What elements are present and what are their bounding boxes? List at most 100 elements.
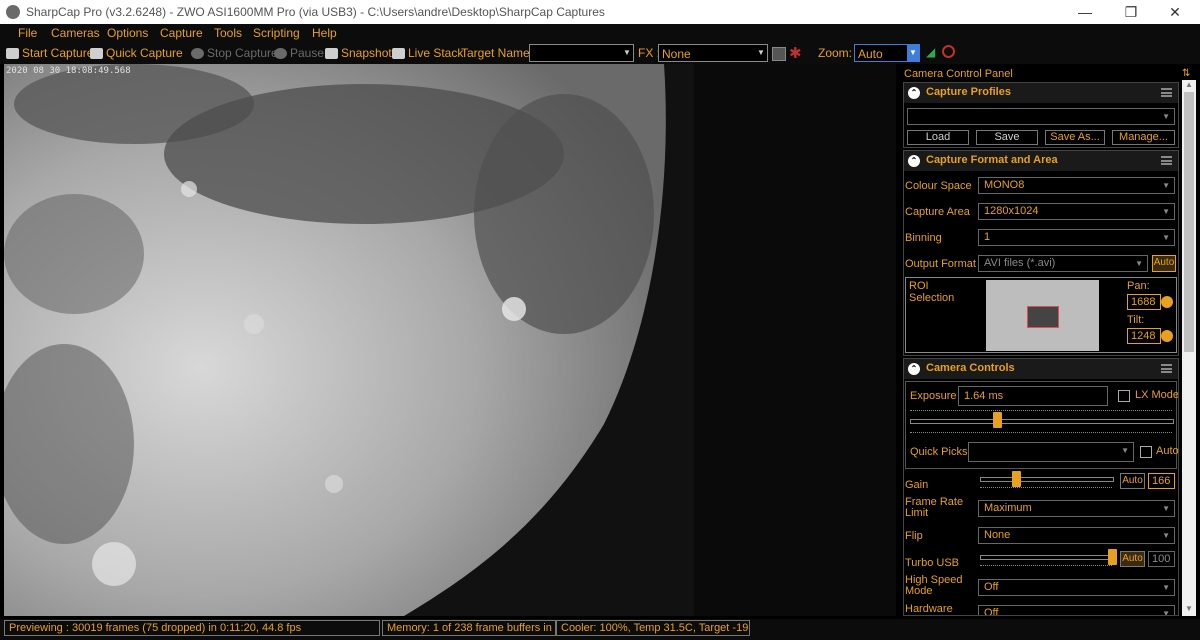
snapshot-label: Snapshot xyxy=(341,46,392,60)
menu-cameras[interactable]: Cameras xyxy=(51,26,100,40)
chevron-down-icon: ▼ xyxy=(1162,531,1170,540)
start-capture-label: Start Capture xyxy=(22,46,94,60)
manage-button[interactable]: Manage... xyxy=(1112,130,1175,145)
exposure-auto-checkbox[interactable] xyxy=(1140,446,1152,458)
menu-icon[interactable] xyxy=(1161,88,1172,97)
menu-capture[interactable]: Capture xyxy=(160,26,203,40)
histogram-icon[interactable]: ◢ xyxy=(926,45,935,59)
turbo-usb-label: Turbo USB xyxy=(905,557,960,569)
target-name-label: Target Name : xyxy=(461,46,537,60)
scrollbar-thumb[interactable] xyxy=(1184,92,1194,352)
reticle-icon[interactable]: ✱ xyxy=(789,44,802,62)
menu-icon[interactable] xyxy=(1161,156,1172,165)
panel-scrollbar[interactable]: ▲ ▼ xyxy=(1182,80,1196,616)
zoom-value: Auto xyxy=(858,47,883,61)
tilt-input[interactable]: 1248 xyxy=(1127,328,1161,344)
chevron-down-icon: ▼ xyxy=(755,45,767,61)
chevron-down-icon: ▼ xyxy=(1162,609,1170,616)
stop-capture-button[interactable]: Stop Capture xyxy=(191,46,278,60)
exposure-slider-thumb[interactable] xyxy=(993,412,1002,428)
menu-icon[interactable] xyxy=(1161,364,1172,373)
image-viewer[interactable]: 2020 08 30 18:08:49.568 xyxy=(4,64,896,616)
stop-capture-label: Stop Capture xyxy=(207,46,278,60)
tilt-spinner-icon[interactable] xyxy=(1161,330,1173,342)
exposure-label: Exposure xyxy=(910,390,957,402)
profile-select[interactable]: ▼ xyxy=(907,108,1175,125)
start-capture-button[interactable]: Start Capture xyxy=(6,46,93,60)
quick-capture-label: Quick Capture xyxy=(106,46,183,60)
pin-icon[interactable]: ⇅ xyxy=(1182,68,1190,79)
camera-controls-section: ⌃ Camera Controls Exposure 1.64 ms LX Mo… xyxy=(903,358,1179,616)
binning-select[interactable]: 1 ▼ xyxy=(978,229,1175,246)
quick-capture-button[interactable]: Quick Capture xyxy=(90,46,183,60)
cooler-status: Cooler: 100%, Temp 31.5C, Target -19.0C xyxy=(556,620,750,636)
menu-options[interactable]: Options xyxy=(107,26,148,40)
turbo-usb-slider-thumb[interactable] xyxy=(1108,549,1117,565)
close-button[interactable]: ✕ xyxy=(1152,0,1198,24)
snapshot-button[interactable]: Snapshot xyxy=(325,46,392,60)
pause-button[interactable]: Pause xyxy=(274,46,324,60)
capture-area-select[interactable]: 1280x1024 ▼ xyxy=(978,203,1175,220)
timer-icon[interactable] xyxy=(942,45,955,58)
gain-input[interactable]: 166 xyxy=(1148,473,1175,489)
quick-picks-label: Quick Picks xyxy=(910,446,968,458)
load-button[interactable]: Load xyxy=(907,130,969,145)
gain-auto-button[interactable]: Auto xyxy=(1120,473,1145,489)
roi-rectangle[interactable] xyxy=(1027,306,1059,328)
fx-select[interactable]: None ▼ xyxy=(658,44,768,62)
scroll-down-icon[interactable]: ▼ xyxy=(1185,604,1193,613)
flip-select[interactable]: None ▼ xyxy=(978,527,1175,544)
live-stack-button[interactable]: Live Stack xyxy=(392,46,463,60)
pan-spinner-icon[interactable] xyxy=(1161,296,1173,308)
turbo-usb-slider[interactable] xyxy=(980,555,1114,560)
save-button[interactable]: Save xyxy=(976,130,1038,145)
capture-profiles-header[interactable]: ⌃ Capture Profiles xyxy=(904,83,1178,103)
output-format-auto-button[interactable]: Auto xyxy=(1152,255,1176,272)
output-format-select[interactable]: AVI files (*.avi) ▼ xyxy=(978,255,1148,272)
menu-scripting[interactable]: Scripting xyxy=(253,26,300,40)
capture-profiles-section: ⌃ Capture Profiles ▼ Load Save Save As..… xyxy=(903,82,1179,148)
chevron-down-icon: ▼ xyxy=(1135,259,1143,268)
frame-rate-label: Frame Rate Limit xyxy=(905,496,964,519)
exposure-input[interactable]: 1.64 ms xyxy=(958,386,1108,406)
collapse-icon[interactable]: ⌃ xyxy=(908,87,920,99)
menu-file[interactable]: File xyxy=(18,26,37,40)
turbo-usb-input[interactable]: 100 xyxy=(1148,551,1175,567)
camera-controls-header[interactable]: ⌃ Camera Controls xyxy=(904,359,1178,379)
lx-mode-checkbox[interactable] xyxy=(1118,390,1130,402)
tilt-label: Tilt: xyxy=(1127,314,1145,326)
exposure-slider[interactable] xyxy=(910,419,1174,424)
menu-tools[interactable]: Tools xyxy=(214,26,242,40)
chevron-down-icon: ▼ xyxy=(907,45,919,61)
pan-input[interactable]: 1688 xyxy=(1127,294,1161,310)
collapse-icon[interactable]: ⌃ xyxy=(908,155,920,167)
gain-slider[interactable] xyxy=(980,477,1114,482)
scroll-up-icon[interactable]: ▲ xyxy=(1185,80,1193,89)
minimize-button[interactable]: — xyxy=(1062,0,1108,24)
turbo-usb-auto-button[interactable]: Auto xyxy=(1120,551,1145,567)
colour-space-select[interactable]: MONO8 ▼ xyxy=(978,177,1175,194)
capture-format-section: ⌃ Capture Format and Area Colour Space M… xyxy=(903,150,1179,356)
app-icon xyxy=(6,5,20,19)
colour-space-value: MONO8 xyxy=(984,179,1025,191)
frame-timestamp: 2020 08 30 18:08:49.568 xyxy=(6,66,131,76)
zoom-select[interactable]: Auto ▼ xyxy=(854,44,920,62)
fx-settings-icon[interactable] xyxy=(772,47,786,61)
save-as-button[interactable]: Save As... xyxy=(1045,130,1105,145)
flip-value: None xyxy=(984,529,1011,541)
roi-label: ROI Selection xyxy=(909,280,955,304)
quick-picks-select[interactable]: ▼ xyxy=(968,442,1134,462)
hardware-select[interactable]: Off ▼ xyxy=(978,605,1175,616)
high-speed-select[interactable]: Off ▼ xyxy=(978,579,1175,596)
roi-preview[interactable] xyxy=(986,280,1099,351)
hardware-label: Hardware xyxy=(905,603,953,615)
memory-status: Memory: 1 of 238 frame buffers in use xyxy=(382,620,556,636)
chevron-down-icon: ▼ xyxy=(1162,583,1170,592)
collapse-icon[interactable]: ⌃ xyxy=(908,363,920,375)
target-name-input[interactable]: ▼ xyxy=(529,44,634,62)
capture-format-header[interactable]: ⌃ Capture Format and Area xyxy=(904,151,1178,171)
menu-help[interactable]: Help xyxy=(312,26,337,40)
gain-slider-thumb[interactable] xyxy=(1012,471,1021,487)
frame-rate-select[interactable]: Maximum ▼ xyxy=(978,500,1175,517)
maximize-button[interactable]: ❐ xyxy=(1108,0,1154,24)
